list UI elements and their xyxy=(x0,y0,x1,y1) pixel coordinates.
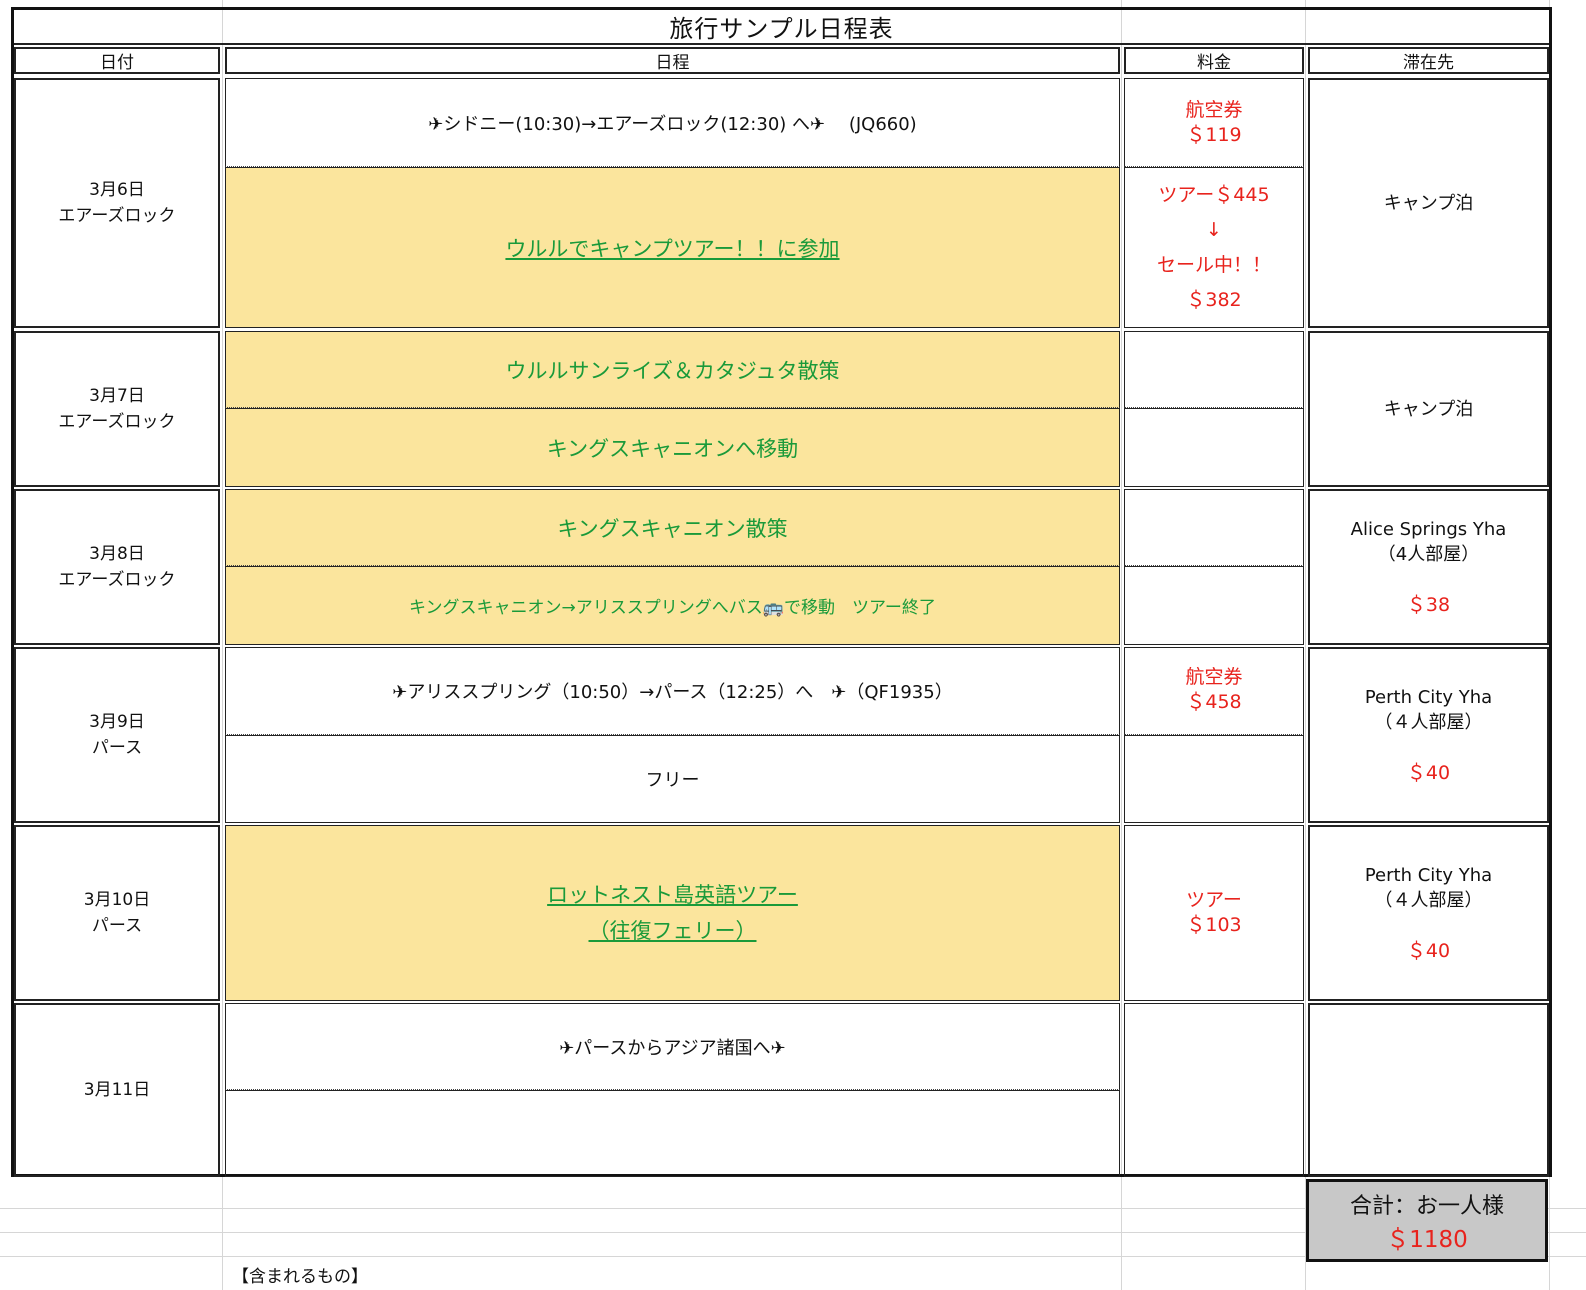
total-label: 合計：お一人様 xyxy=(1349,1193,1504,1219)
fee-cell xyxy=(1124,408,1304,487)
schedule-item: キングスキャニオンへ移動 xyxy=(225,408,1120,487)
schedule-item: ✈アリススプリング（10:50）→パース（12:25）へ ✈（QF1935） xyxy=(225,647,1120,735)
included-items-heading: 【含まれるもの】 xyxy=(232,1267,368,1287)
fee-cell xyxy=(1124,1003,1304,1177)
fee-cell xyxy=(1124,331,1304,408)
fee-label: ツアー＄445 xyxy=(1158,183,1270,206)
date-cell: 3月9日 パース xyxy=(14,647,220,823)
place-label: パース xyxy=(91,916,143,936)
schedule-item: ✈シドニー(10:30)→エアーズロック(12:30) へ✈ (JQ660) xyxy=(225,78,1120,167)
date-cell: 3月8日 エアーズロック xyxy=(14,489,220,645)
place-label: エアーズロック xyxy=(58,570,176,590)
fee-cell: 航空券 ＄119 xyxy=(1124,78,1304,167)
fee-label: 航空券 xyxy=(1185,666,1243,688)
fee-cell xyxy=(1124,489,1304,566)
tour-link[interactable]: ウルルでキャンプツアー！！に参加 xyxy=(505,233,839,263)
sale-label: セール中！！ xyxy=(1156,253,1271,276)
stay-cell: Perth City Yha （４人部屋） ＄40 xyxy=(1308,825,1549,1001)
schedule-item: ロットネスト島英語ツアー （往復フェリー） xyxy=(225,825,1120,1001)
tour-link-sub[interactable]: （往復フェリー） xyxy=(589,913,757,949)
header-date: 日付 xyxy=(14,47,220,74)
stay-price: ＄38 xyxy=(1406,593,1451,616)
room-type: （４人部屋） xyxy=(1374,889,1483,911)
stay-price: ＄40 xyxy=(1406,761,1451,784)
schedule-item: フリー xyxy=(225,735,1120,823)
schedule-item: ウルルサンライズ＆カタジュタ散策 xyxy=(225,331,1120,408)
hostel-name: Alice Springs Yha xyxy=(1350,518,1507,540)
fee-cell: ツアー＄445 ↓ セール中！！ ＄382 xyxy=(1124,167,1304,328)
schedule-item: ウルルでキャンプツアー！！に参加 xyxy=(225,167,1120,328)
fee-cell xyxy=(1124,735,1304,823)
date-label: 3月11日 xyxy=(83,1080,151,1100)
room-type: （4人部屋） xyxy=(1377,543,1480,565)
place-label: パース xyxy=(91,738,143,758)
schedule-item: キングスキャニオン散策 xyxy=(225,489,1120,566)
schedule-item: キングスキャニオン→アリススプリングへバス🚌で移動 ツアー終了 xyxy=(225,566,1120,645)
date-cell: 3月7日 エアーズロック xyxy=(14,331,220,487)
stay-cell: Alice Springs Yha （4人部屋） ＄38 xyxy=(1308,489,1549,645)
arrow-down-icon: ↓ xyxy=(1206,218,1222,241)
fee-label: ツアー xyxy=(1186,889,1242,911)
stay-cell: キャンプ泊 xyxy=(1308,78,1549,328)
stay-cell xyxy=(1308,1003,1549,1177)
date-cell: 3月11日 xyxy=(14,1003,220,1177)
header-stay: 滞在先 xyxy=(1308,47,1549,74)
date-label: 3月8日 xyxy=(89,544,145,564)
hostel-name: Perth City Yha xyxy=(1364,864,1493,886)
schedule-item xyxy=(225,1090,1120,1177)
stay-cell: Perth City Yha （４人部屋） ＄40 xyxy=(1308,647,1549,823)
total-box: 合計：お一人様 ＄1180 xyxy=(1306,1179,1548,1262)
date-label: 3月6日 xyxy=(89,180,145,200)
header-fee: 料金 xyxy=(1124,47,1304,74)
fee-amount: ＄458 xyxy=(1186,691,1242,713)
room-type: （４人部屋） xyxy=(1374,711,1483,733)
date-label: 3月10日 xyxy=(83,890,151,910)
stay-label: キャンプ泊 xyxy=(1383,398,1474,420)
date-cell: 3月6日 エアーズロック xyxy=(14,78,220,328)
fee-cell: ツアー ＄103 xyxy=(1124,825,1304,1001)
fee-amount: ＄103 xyxy=(1186,914,1242,936)
place-label: エアーズロック xyxy=(58,412,176,432)
stay-label: キャンプ泊 xyxy=(1383,192,1474,214)
fee-cell: 航空券 ＄458 xyxy=(1124,647,1304,735)
date-cell: 3月10日 パース xyxy=(14,825,220,1001)
stay-price: ＄40 xyxy=(1406,939,1451,962)
fee-amount: ＄119 xyxy=(1186,123,1242,146)
fee-cell xyxy=(1124,566,1304,645)
schedule-item: ✈パースからアジア諸国へ✈ xyxy=(225,1003,1120,1090)
place-label: エアーズロック xyxy=(58,206,176,226)
page-title: 旅行サンプル日程表 xyxy=(14,10,1549,45)
header-schedule: 日程 xyxy=(225,47,1120,74)
fee-amount: ＄382 xyxy=(1186,288,1242,311)
stay-cell: キャンプ泊 xyxy=(1308,331,1549,487)
fee-label: 航空券 xyxy=(1185,98,1243,121)
hostel-name: Perth City Yha xyxy=(1364,686,1493,708)
date-label: 3月9日 xyxy=(89,712,145,732)
tour-link[interactable]: ロットネスト島英語ツアー xyxy=(547,877,798,913)
date-label: 3月7日 xyxy=(89,386,145,406)
total-amount: ＄1180 xyxy=(1386,1226,1468,1253)
